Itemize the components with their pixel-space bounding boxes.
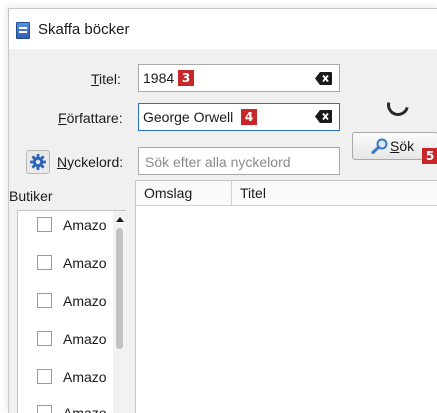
title-bar: Skaffa böcker [9, 9, 437, 49]
store-name: Amazo [63, 369, 107, 385]
magnifier-icon [371, 138, 388, 154]
store-name: Amazo [63, 331, 107, 347]
store-checkbox[interactable] [37, 331, 52, 346]
scrollbar-thumb[interactable] [116, 228, 123, 349]
store-checkbox[interactable] [37, 369, 52, 384]
author-input-value: George Orwell [143, 109, 234, 125]
annotation-badge-5: 5 [422, 148, 437, 164]
title-input-value: 1984 [143, 70, 175, 86]
results-header: Omslag Titel [136, 181, 437, 206]
loading-spinner-icon [382, 89, 414, 121]
annotation-badge-4: 4 [241, 109, 257, 125]
store-name: Amazo [63, 293, 107, 309]
keyword-input[interactable]: Sök efter alla nyckelord [138, 147, 340, 175]
stores-panel: Butiker Amazo Amazo Amazo Amazo Amazo Am… [9, 182, 133, 413]
author-label: Författare: [58, 110, 123, 126]
store-checkbox[interactable] [37, 217, 52, 232]
keyword-input-placeholder: Sök efter alla nyckelord [145, 154, 291, 170]
store-name: Amazo [63, 255, 107, 271]
scroll-up-arrow-icon[interactable] [116, 217, 124, 222]
title-input[interactable]: 1984 [138, 64, 340, 92]
title-label: Titel: [91, 71, 121, 87]
store-item[interactable]: Amazo [18, 363, 118, 391]
store-checkbox[interactable] [37, 255, 52, 270]
store-item[interactable]: Amazo [18, 399, 118, 413]
results-table: Omslag Titel [135, 180, 437, 413]
store-item[interactable]: Amazo [18, 325, 118, 353]
author-input[interactable]: George Orwell [138, 103, 340, 131]
clear-title-icon[interactable] [315, 72, 332, 85]
store-name: Amazo [63, 217, 107, 233]
window-title: Skaffa böcker [38, 21, 130, 38]
search-button-label: Sök [390, 138, 415, 154]
stores-header: Butiker [9, 188, 53, 204]
stores-scrollbar[interactable] [113, 211, 126, 413]
gear-icon [30, 154, 46, 170]
column-header-cover[interactable]: Omslag [136, 181, 232, 205]
app-icon [16, 22, 30, 39]
store-item[interactable]: Amazo [18, 249, 118, 277]
column-header-title[interactable]: Titel [232, 181, 437, 205]
get-books-window: Skaffa böcker Titel: 1984 3 Författare: … [8, 8, 437, 413]
store-item[interactable]: Amazo [18, 211, 118, 239]
stores-list: Amazo Amazo Amazo Amazo Amazo Amazo [17, 210, 126, 413]
clear-author-icon[interactable] [315, 110, 332, 123]
keyword-label: Nyckelord: [57, 154, 124, 170]
store-checkbox[interactable] [37, 293, 52, 308]
store-item[interactable]: Amazo [18, 287, 118, 315]
settings-button[interactable] [26, 150, 50, 174]
annotation-badge-3: 3 [178, 70, 194, 86]
